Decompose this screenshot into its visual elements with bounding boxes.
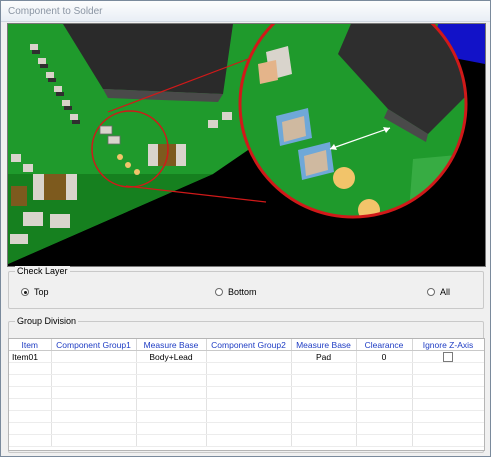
- radio-top-indicator[interactable]: [21, 288, 29, 296]
- radio-top-label: Top: [34, 287, 49, 297]
- cell-measure-base-2[interactable]: Pad: [291, 350, 357, 363]
- table-row-empty[interactable]: [9, 422, 484, 435]
- table-row[interactable]: Item01 Body+Lead Pad 0: [9, 350, 484, 363]
- radio-all-label: All: [440, 287, 451, 297]
- check-layer-group: Check Layer Top Bottom All: [8, 266, 484, 309]
- ignore-z-axis-checkbox[interactable]: [443, 351, 453, 362]
- cell-ignore-z-axis[interactable]: [412, 350, 484, 363]
- check-layer-title: Check Layer: [15, 266, 70, 276]
- cell-component-group1[interactable]: [51, 350, 137, 363]
- radio-bottom[interactable]: Bottom: [215, 287, 257, 297]
- group-division-title: Group Division: [15, 316, 79, 326]
- grid-header-row: Item Component Group1 Measure Base Compo…: [9, 339, 484, 351]
- pcb-render: [8, 24, 485, 266]
- radio-all-indicator[interactable]: [427, 288, 435, 296]
- table-row-empty[interactable]: [9, 362, 484, 375]
- radio-bottom-label: Bottom: [228, 287, 257, 297]
- radio-all[interactable]: All: [427, 287, 450, 297]
- radio-top[interactable]: Top: [21, 287, 49, 297]
- table-row-empty[interactable]: [9, 374, 484, 387]
- radio-bottom-indicator[interactable]: [215, 288, 223, 296]
- window-title: Component to Solder: [8, 6, 103, 17]
- component-to-solder-window: Component to Solder Check Layer Top Bott…: [0, 0, 491, 457]
- col-component-group1[interactable]: Component Group1: [51, 339, 137, 351]
- col-component-group2[interactable]: Component Group2: [206, 339, 292, 351]
- col-ignore-z-axis[interactable]: Ignore Z-Axis: [412, 339, 484, 351]
- group-division-grid[interactable]: Item Component Group1 Measure Base Compo…: [8, 338, 485, 451]
- cell-clearance[interactable]: 0: [356, 350, 413, 363]
- table-row-empty[interactable]: [9, 410, 484, 423]
- pcb-3d-preview[interactable]: [7, 23, 486, 267]
- table-row-empty[interactable]: [9, 386, 484, 399]
- table-row-empty[interactable]: [9, 434, 484, 447]
- col-item[interactable]: Item: [9, 339, 52, 351]
- cell-component-group2[interactable]: [206, 350, 292, 363]
- col-measure-base-1[interactable]: Measure Base: [136, 339, 207, 351]
- cell-item[interactable]: Item01: [9, 350, 52, 363]
- cell-measure-base-1[interactable]: Body+Lead: [136, 350, 207, 363]
- col-clearance[interactable]: Clearance: [356, 339, 413, 351]
- title-bar: Component to Solder: [1, 1, 490, 22]
- col-measure-base-2[interactable]: Measure Base: [291, 339, 357, 351]
- table-row-empty[interactable]: [9, 398, 484, 411]
